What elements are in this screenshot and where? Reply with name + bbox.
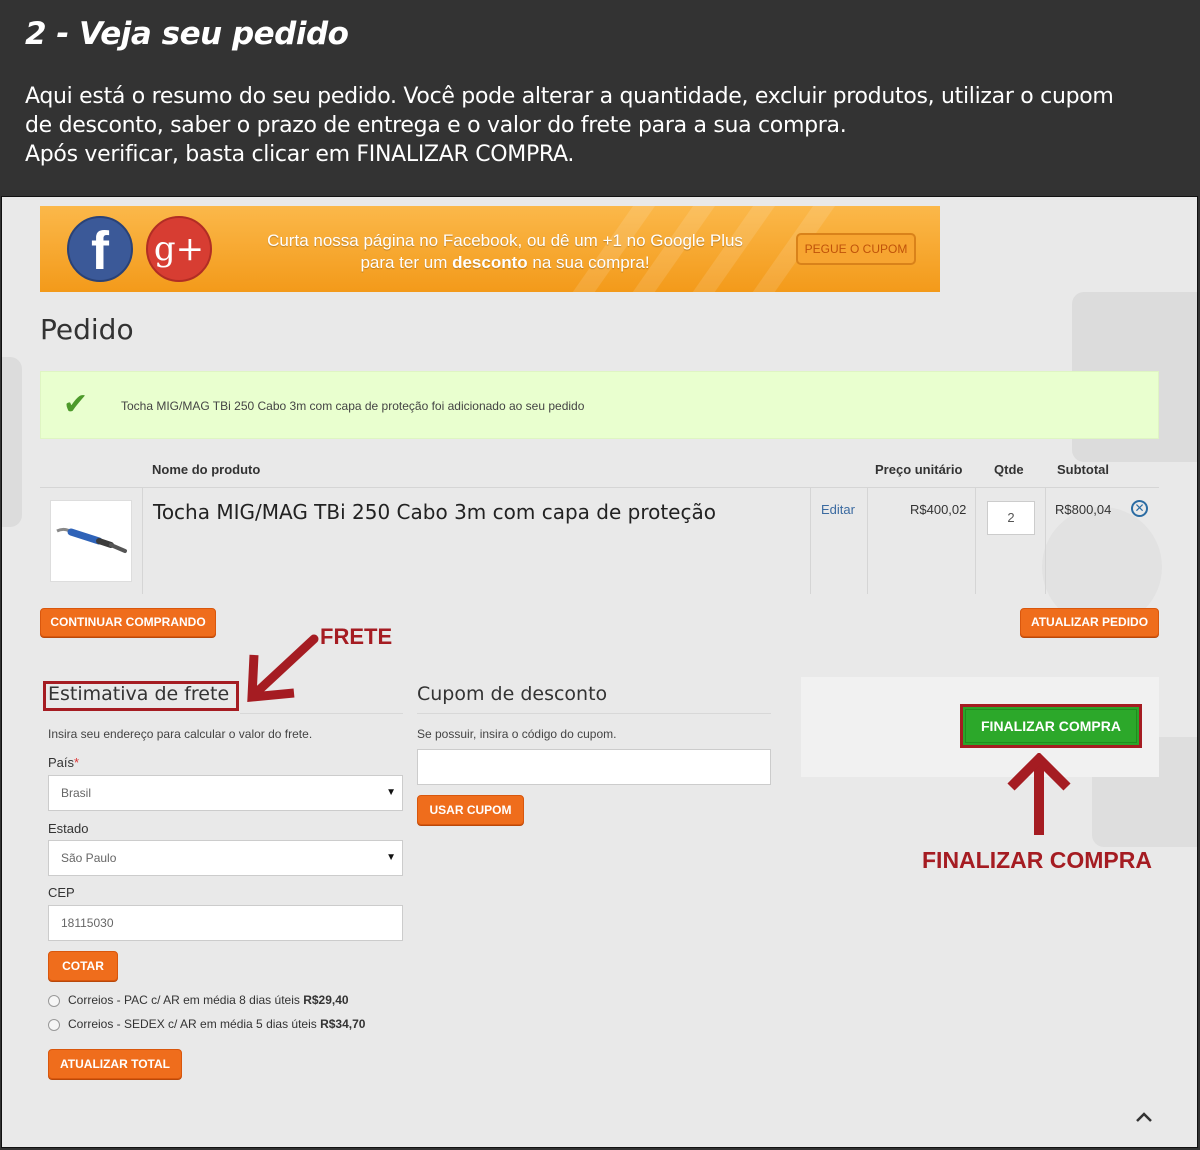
coupon-hint: Se possuir, insira o código do cupom.	[417, 727, 617, 741]
annotation-frete-label: FRETE	[320, 624, 393, 649]
banner-message: Curta nossa página no Facebook, ou dê um…	[230, 230, 780, 274]
get-coupon-button[interactable]: PEGUE O CUPOM	[796, 233, 916, 265]
product-name-link[interactable]: Tocha MIG/MAG TBi 250 Cabo 3m com capa d…	[153, 500, 716, 524]
update-total-button[interactable]: ATUALIZAR TOTAL	[48, 1049, 182, 1079]
column-header-unit-price: Preço unitário	[875, 462, 963, 477]
quote-button[interactable]: COTAR	[48, 951, 118, 981]
banner-line-1: Curta nossa página no Facebook, ou dê um…	[267, 231, 743, 250]
store-page-screenshot: f g+ Curta nossa página no Facebook, ou …	[1, 196, 1198, 1148]
column-header-subtotal: Subtotal	[1057, 462, 1109, 477]
required-marker: *	[74, 755, 80, 770]
annotation-arrow-icon	[247, 634, 319, 702]
shipping-option-price: R$34,70	[320, 1017, 366, 1031]
annotation-finalizar-label: FINALIZAR COMPRA	[922, 847, 1152, 873]
annotation-arrow-up-icon	[1007, 753, 1071, 835]
facebook-icon[interactable]: f	[67, 216, 133, 282]
column-divider	[1045, 487, 1046, 594]
quantity-input[interactable]: 2	[987, 501, 1035, 535]
welding-torch-image	[56, 527, 127, 553]
check-icon: ✔	[63, 388, 89, 421]
state-select-value: São Paulo	[61, 851, 117, 865]
subtotal: R$800,04	[1055, 502, 1112, 517]
state-select[interactable]: São Paulo ▼	[48, 840, 403, 876]
column-divider	[810, 487, 811, 594]
shipping-option-radio[interactable]	[48, 1019, 60, 1031]
continue-shopping-button[interactable]: CONTINUAR COMPRANDO	[40, 608, 216, 637]
edit-link[interactable]: Editar	[821, 502, 855, 517]
product-thumbnail[interactable]	[50, 500, 132, 582]
shipping-option-label[interactable]: Correios - PAC c/ AR em média 8 dias úte…	[68, 993, 349, 1007]
unit-price: R$400,02	[910, 502, 967, 517]
column-divider	[142, 487, 143, 594]
promo-banner[interactable]: f g+ Curta nossa página no Facebook, ou …	[40, 206, 940, 292]
update-order-button[interactable]: ATUALIZAR PEDIDO	[1020, 608, 1159, 637]
country-label: País*	[48, 755, 79, 770]
section-divider	[240, 713, 403, 714]
background-decoration	[2, 357, 22, 527]
remove-item-icon[interactable]: ✕	[1131, 500, 1148, 517]
country-select-value: Brasil	[61, 786, 92, 800]
column-divider	[975, 487, 976, 594]
section-divider	[417, 713, 771, 714]
shipping-hint: Insira seu endereço para calcular o valo…	[48, 727, 313, 741]
coupon-title: Cupom de desconto	[417, 683, 608, 705]
column-header-product: Nome do produto	[152, 462, 261, 477]
checkout-button[interactable]: FINALIZAR COMPRA	[965, 709, 1137, 743]
shipping-option-price: R$29,40	[303, 993, 349, 1007]
shipping-option-label[interactable]: Correios - SEDEX c/ AR em média 5 dias ú…	[68, 1017, 365, 1031]
chevron-up-icon[interactable]	[1135, 1111, 1153, 1123]
instruction-header: 2 - Veja seu pedido Aqui está o resumo d…	[0, 0, 1200, 196]
banner-line-2-highlight: desconto	[452, 253, 528, 272]
shipping-option-text: Correios - PAC c/ AR em média 8 dias úte…	[68, 993, 304, 1007]
google-plus-icon[interactable]: g+	[146, 216, 212, 282]
shipping-option-text: Correios - SEDEX c/ AR em média 5 dias ú…	[68, 1017, 321, 1031]
shipping-option-radio[interactable]	[48, 995, 60, 1007]
checkout-highlight-box: FINALIZAR COMPRA	[960, 704, 1142, 748]
dropdown-arrow-icon: ▼	[386, 852, 396, 863]
step-description-line: Aqui está o resumo do seu pedido. Você p…	[25, 84, 1114, 109]
success-alert: ✔ Tocha MIG/MAG TBi 250 Cabo 3m com capa…	[40, 371, 1159, 439]
state-label: Estado	[48, 821, 89, 836]
cep-input[interactable]: 18115030	[48, 905, 403, 941]
use-coupon-button[interactable]: USAR CUPOM	[417, 795, 524, 825]
column-header-qty: Qtde	[994, 462, 1024, 477]
step-title: 2 - Veja seu pedido	[25, 16, 349, 52]
banner-line-2-suffix: na sua compra!	[527, 253, 650, 272]
step-description-line: de desconto, saber o prazo de entrega e …	[25, 113, 847, 138]
alert-message: Tocha MIG/MAG TBi 250 Cabo 3m com capa d…	[121, 399, 585, 413]
country-label-text: País	[48, 755, 75, 770]
step-description-line: Após verificar, basta clicar em FINALIZA…	[25, 142, 575, 167]
page-title: Pedido	[40, 313, 134, 346]
coupon-input[interactable]	[417, 749, 771, 785]
shipping-title: Estimativa de frete	[48, 683, 230, 705]
column-divider	[867, 487, 868, 594]
banner-line-2-prefix: para ter um	[360, 253, 453, 272]
banner-line-2: para ter um desconto na sua compra!	[230, 252, 780, 274]
country-select[interactable]: Brasil ▼	[48, 775, 403, 811]
dropdown-arrow-icon: ▼	[386, 787, 396, 798]
step-description: Aqui está o resumo do seu pedido. Você p…	[25, 82, 1175, 169]
cep-label: CEP	[48, 885, 75, 900]
